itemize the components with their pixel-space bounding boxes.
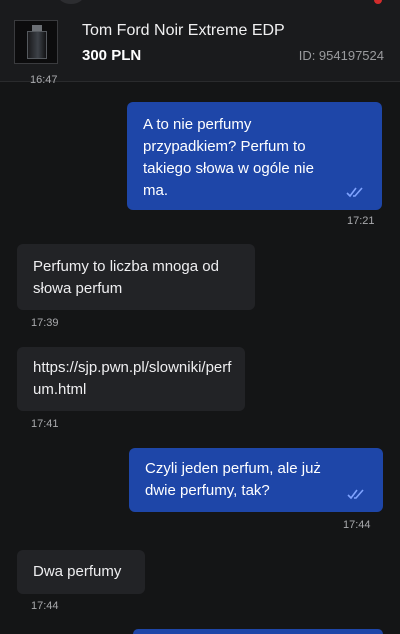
message-time: 17:39 [31, 317, 59, 329]
avatar-partial [58, 0, 84, 4]
perfume-bottle-icon [27, 31, 47, 59]
message-bubble-outgoing[interactable]: A to nie perfumy przypadkiem? Perfum to … [127, 102, 382, 210]
message-time: 17:44 [343, 519, 371, 531]
message-text: Dwa perfumy [33, 563, 122, 580]
message-time: 17:41 [31, 418, 59, 430]
previous-message-time: 16:47 [30, 74, 58, 86]
product-price: 300 PLN [82, 47, 142, 64]
read-receipt-icon [346, 187, 363, 198]
message-bubble-outgoing-partial[interactable] [133, 629, 383, 634]
message-bubble-incoming[interactable]: https://sjp.pwn.pl/slowniki/perfum.html [17, 347, 245, 411]
product-thumbnail[interactable] [14, 20, 58, 64]
read-receipt-icon [347, 489, 364, 500]
notification-dot [374, 0, 382, 4]
message-bubble-incoming[interactable]: Dwa perfumy [17, 550, 145, 594]
product-id: ID: 954197524 [298, 48, 384, 63]
message-bubble-incoming[interactable]: Perfumy to liczba mnoga od słowa perfum [17, 244, 255, 310]
message-time: 17:21 [347, 215, 375, 227]
message-time: 17:44 [31, 600, 59, 612]
product-title[interactable]: Tom Ford Noir Extreme EDP [82, 22, 285, 40]
message-bubble-outgoing[interactable]: Czyli jeden perfum, ale już dwie perfumy… [129, 448, 383, 512]
message-text: Perfumy to liczba mnoga od słowa perfum [33, 258, 219, 297]
message-link[interactable]: https://sjp.pwn.pl/slowniki/perfum.html [33, 357, 235, 401]
message-text: Czyli jeden perfum, ale już dwie perfumy… [145, 460, 321, 499]
conversation-header: Tom Ford Noir Extreme EDP 300 PLN ID: 95… [0, 0, 400, 82]
message-text: A to nie perfumy przypadkiem? Perfum to … [143, 116, 314, 199]
